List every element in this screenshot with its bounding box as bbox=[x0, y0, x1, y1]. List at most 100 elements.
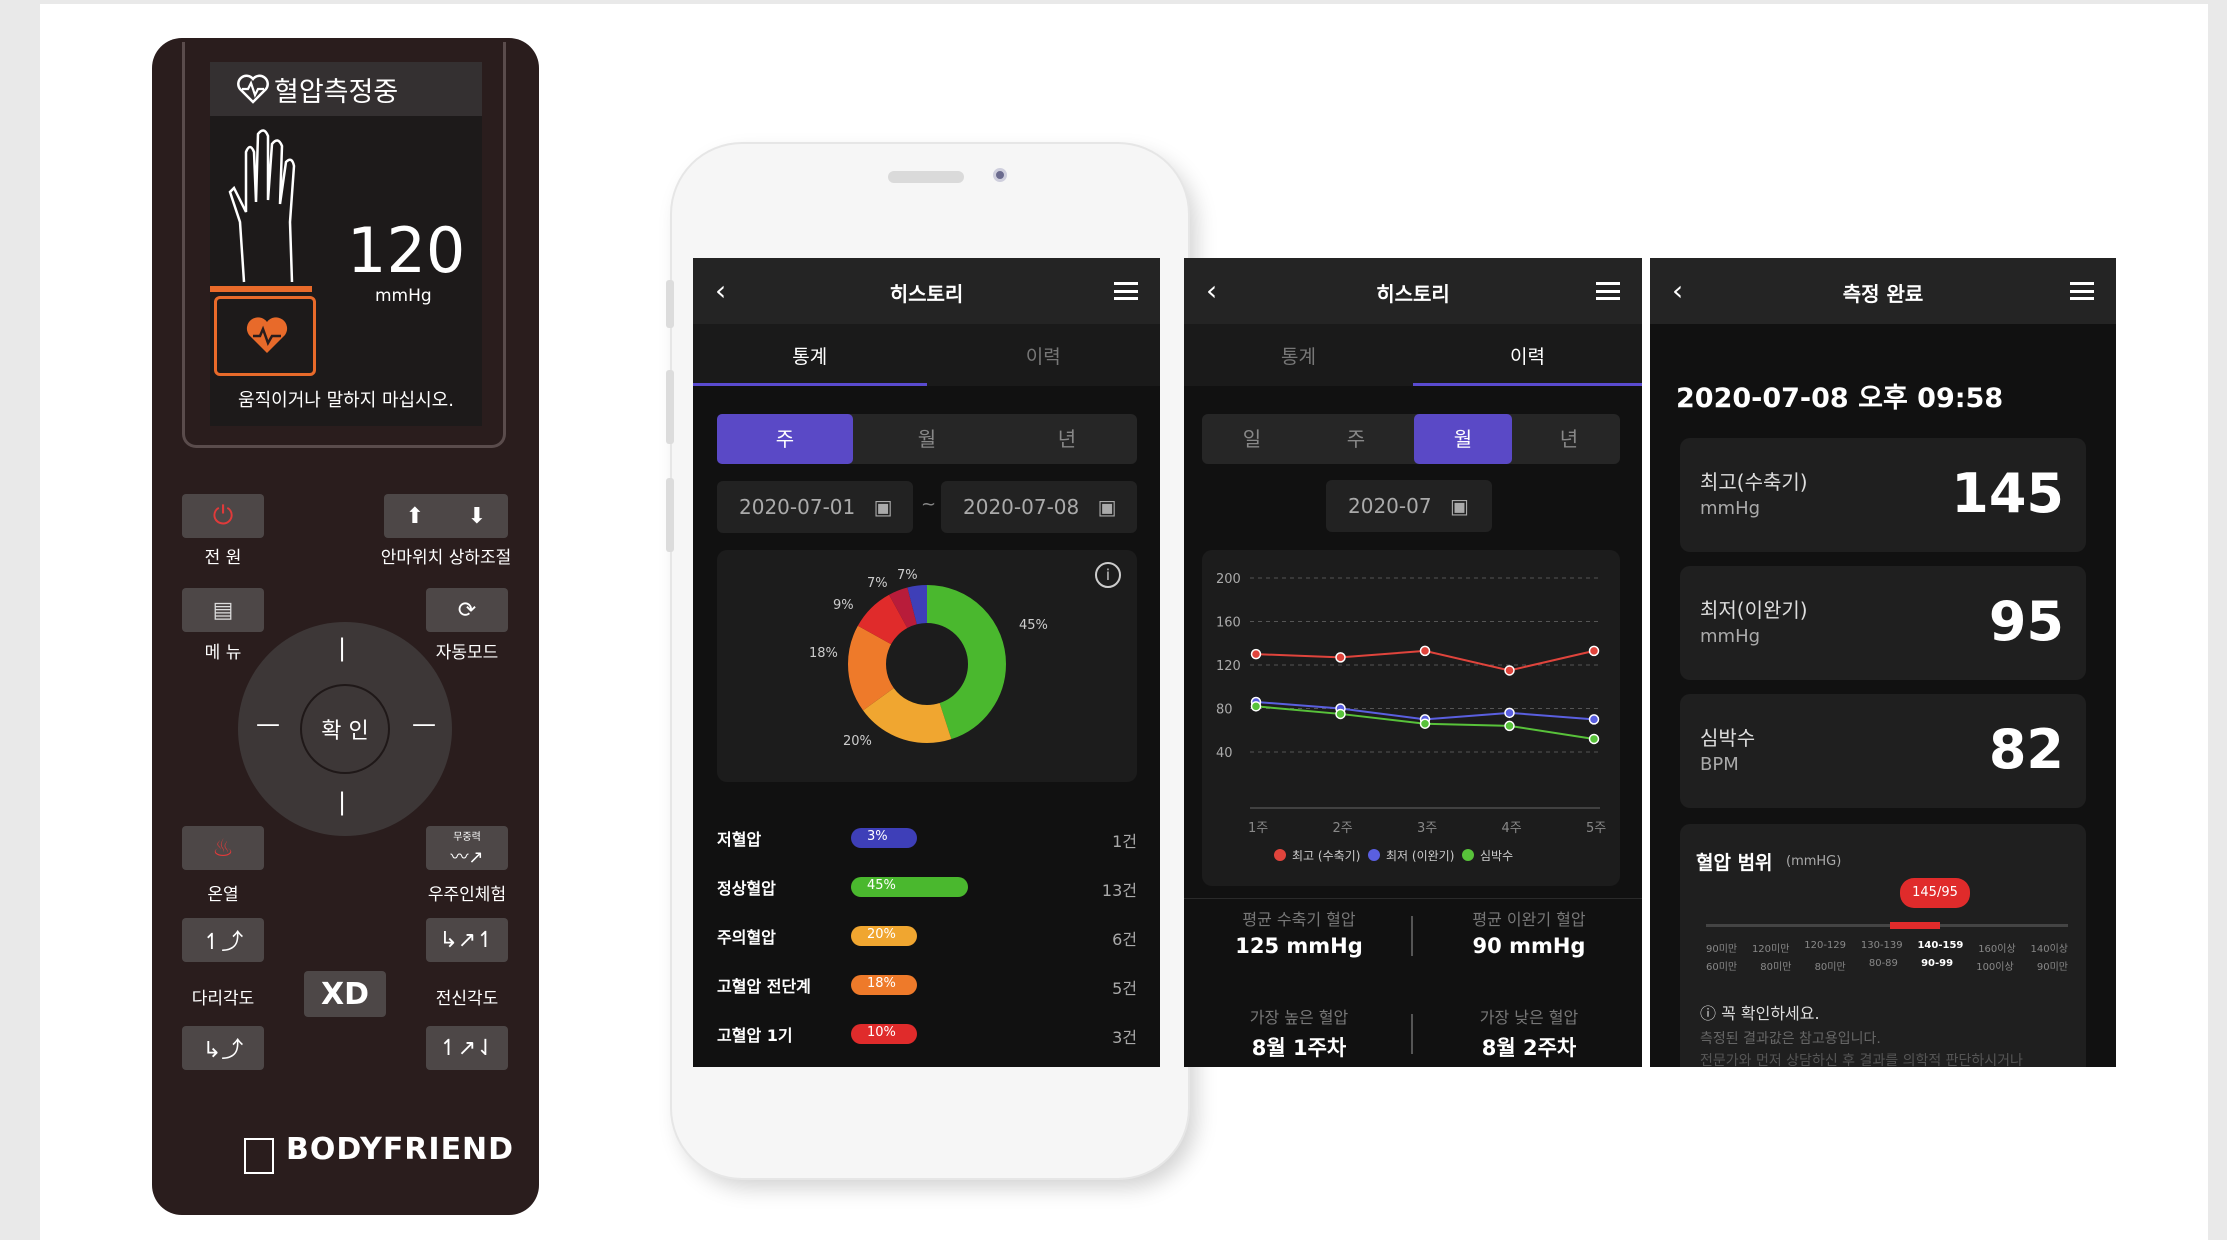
divider bbox=[1411, 1014, 1413, 1054]
notice-title: ⓘ 꼭 확인하세요. bbox=[1700, 1004, 1820, 1023]
dial-left-mark[interactable]: — bbox=[256, 710, 280, 738]
donut-label-9: 9% bbox=[833, 598, 854, 613]
leg-down-icon: ↳⤴ bbox=[202, 1038, 244, 1063]
tab-indicator bbox=[1413, 383, 1642, 386]
tab-bar: 통계 이력 bbox=[1184, 324, 1642, 386]
donut-label-7a: 7% bbox=[867, 576, 888, 591]
series-point bbox=[1419, 718, 1431, 729]
zero-gravity-button[interactable]: 무중력 〰↗ bbox=[426, 826, 508, 870]
avg-sys-value: 125 mmHg bbox=[1235, 934, 1363, 958]
systolic-label: 최고(수축기) bbox=[1700, 470, 1808, 494]
segment-week[interactable]: 주 bbox=[717, 414, 853, 464]
series-point bbox=[1504, 665, 1515, 676]
pulse-card: 심박수 BPM 82 bbox=[1680, 694, 2086, 808]
range-label: 60미만 bbox=[1706, 962, 1738, 973]
segment-month[interactable]: 월 bbox=[1414, 414, 1512, 464]
range-marker bbox=[1890, 922, 1940, 929]
power-button[interactable]: ⏻ bbox=[182, 494, 264, 538]
calendar-icon: ▣ bbox=[1097, 495, 1117, 519]
x-tick-label: 3주 bbox=[1417, 821, 1437, 836]
range-label: 140이상 bbox=[2030, 944, 2069, 955]
series-point bbox=[1504, 707, 1515, 719]
tab-history[interactable]: 이력 bbox=[1413, 342, 1642, 369]
header-title: 측정 완료 bbox=[1842, 282, 1924, 306]
range-label: 130-139 bbox=[1860, 940, 1903, 951]
lcd-note: 움직이거나 말하지 마십시오. bbox=[238, 390, 454, 411]
info-icon[interactable]: i bbox=[1095, 562, 1121, 588]
range-label: 120-129 bbox=[1804, 940, 1847, 951]
range-label: 160이상 bbox=[1978, 944, 2016, 955]
header-title: 히스토리 bbox=[1376, 282, 1450, 306]
stat-name: 주의혈압 bbox=[717, 928, 776, 947]
lowest-label: 가장 낮은 혈압 bbox=[1479, 1008, 1579, 1027]
tab-history[interactable]: 이력 bbox=[927, 342, 1161, 369]
series-point bbox=[1588, 714, 1600, 725]
screen-result: ‹ 측정 완료 2020-07-08 오후 09:58 최고(수축기) mmHg… bbox=[1650, 258, 2116, 1067]
avg-sys-label: 평균 수축기 혈압 bbox=[1242, 910, 1356, 929]
date-to-field[interactable]: 2020-07-08 ▣ bbox=[941, 481, 1137, 533]
dial-down-mark[interactable]: | bbox=[338, 788, 346, 816]
leg-up-icon: ↿⤴ bbox=[202, 930, 244, 955]
leg-up-button[interactable]: ↿⤴ bbox=[182, 918, 264, 962]
pillow-label: 안마위치 상하조절 bbox=[380, 548, 512, 568]
range-title: 혈압 범위 bbox=[1696, 852, 1773, 874]
range-unit: (mmHG) bbox=[1786, 854, 1842, 869]
stat-percent: 18% bbox=[867, 976, 896, 991]
segment-week[interactable]: 주 bbox=[1306, 414, 1406, 464]
range-label: 80-89 bbox=[1868, 958, 1898, 969]
stat-row: 저혈압 3% 1건 bbox=[717, 816, 1137, 860]
xd-button[interactable]: XD bbox=[304, 971, 386, 1017]
brand-logo-icon bbox=[244, 1138, 274, 1174]
flame-icon: ♨ bbox=[212, 834, 234, 862]
pillow-updown-button[interactable]: ⬆ ⬇ bbox=[384, 494, 508, 538]
stat-percent: 45% bbox=[867, 878, 896, 893]
app-header: ‹ 히스토리 bbox=[1184, 258, 1642, 324]
menu-button[interactable]: ▤ bbox=[182, 588, 264, 632]
series-point bbox=[1250, 701, 1262, 712]
dial-right-mark[interactable]: — bbox=[412, 710, 436, 738]
cuff-heart-box bbox=[214, 296, 316, 376]
donut-label-18: 18% bbox=[809, 646, 838, 661]
dial-up-mark[interactable]: | bbox=[338, 634, 346, 662]
tab-stats[interactable]: 통계 bbox=[1184, 342, 1413, 369]
donut-label-45: 45% bbox=[1019, 618, 1048, 633]
body-up-button[interactable]: ↳↗↿ bbox=[426, 918, 508, 962]
line-chart-card: 200 160 120 80 40 1주 2주 3주 4주 5주 최고 (수축기) 최저 (이완기) 심… bbox=[1202, 550, 1620, 886]
segment-month[interactable]: 월 bbox=[857, 414, 997, 464]
date-from-field[interactable]: 2020-07-01 ▣ bbox=[717, 481, 913, 533]
confirm-button[interactable]: 확 인 bbox=[300, 684, 390, 774]
stat-count: 3건 bbox=[1112, 1028, 1137, 1047]
remote-control: 혈압측정중 120 mmHg 움직이거나 말하지 마십시오. ⏻ 전 원 ⬆ ⬇… bbox=[152, 38, 539, 1215]
divider bbox=[1184, 898, 1642, 899]
pulse-label: 심박수 bbox=[1700, 726, 1756, 750]
range-label: 80미만 bbox=[1814, 962, 1846, 973]
stat-count: 5건 bbox=[1112, 979, 1137, 998]
series-point bbox=[1250, 648, 1262, 660]
segment-day[interactable]: 일 bbox=[1202, 414, 1302, 464]
leg-down-button[interactable]: ↳⤴ bbox=[182, 1026, 264, 1070]
hand-icon bbox=[228, 129, 296, 283]
month-field[interactable]: 2020-07 ▣ bbox=[1326, 480, 1492, 532]
divider bbox=[1411, 916, 1413, 956]
tab-stats[interactable]: 통계 bbox=[693, 342, 927, 369]
stat-row: 고혈압 1기 10% 3건 bbox=[717, 1012, 1137, 1056]
avg-dia-label: 평균 이완기 혈압 bbox=[1472, 910, 1586, 929]
period-segment: 주 월 년 bbox=[717, 414, 1137, 464]
menu-icon[interactable] bbox=[2070, 282, 2094, 300]
power-icon: ⏻ bbox=[212, 500, 234, 531]
y-tick-label: 120 bbox=[1216, 659, 1241, 674]
tab-bar: 통계 이력 bbox=[693, 324, 1160, 386]
legend-dot bbox=[1274, 849, 1286, 861]
menu-icon[interactable] bbox=[1596, 282, 1620, 300]
auto-mode-button[interactable]: ⟳ bbox=[426, 588, 508, 632]
body-down-button[interactable]: ↿↗⇃ bbox=[426, 1026, 508, 1070]
menu-icon[interactable] bbox=[1114, 282, 1138, 300]
heat-button[interactable]: ♨ bbox=[182, 826, 264, 870]
list-icon: ▤ bbox=[212, 597, 234, 623]
measure-datetime: 2020-07-08 오후 09:58 bbox=[1676, 383, 2004, 414]
heart-pulse-icon bbox=[237, 74, 269, 104]
segment-year[interactable]: 년 bbox=[1518, 414, 1620, 464]
phone-volume-down bbox=[666, 478, 674, 552]
legend-dot bbox=[1368, 849, 1380, 861]
segment-year[interactable]: 년 bbox=[997, 414, 1137, 464]
